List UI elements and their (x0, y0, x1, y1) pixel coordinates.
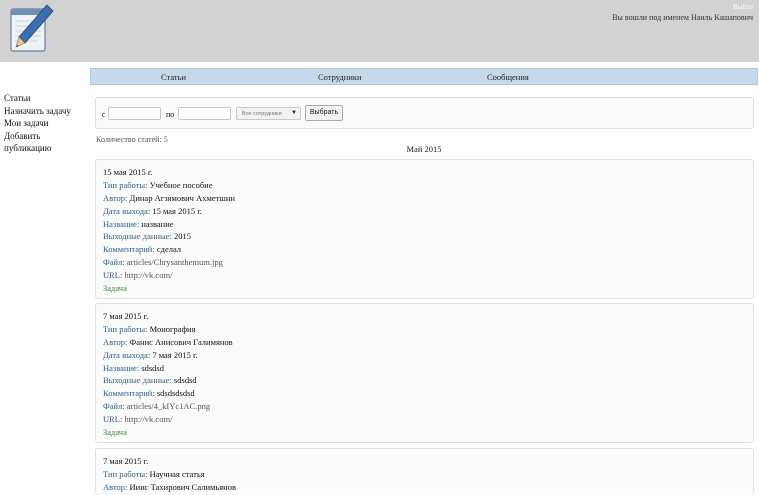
sidebar-item-my-tasks[interactable]: Мои задачи (4, 117, 88, 130)
author-label: Автор: (103, 336, 128, 347)
article-comment: сделал (156, 244, 182, 255)
article-output: 2015 (173, 231, 191, 242)
article-type: Учебное пособие (149, 179, 213, 190)
filter-panel: с по Все сотрудники ▼ Выбрать (95, 97, 754, 129)
select-button[interactable]: Выбрать (305, 105, 343, 121)
author-label: Автор: (103, 481, 128, 492)
sidebar: Статьи Назначить задачу Мои задачи Добав… (4, 92, 88, 155)
release-date-label: Дата выхода: (103, 205, 151, 216)
article-date: 15 мая 2015 г. (103, 167, 153, 177)
article-release-date: 7 мая 2015 г. (152, 349, 198, 360)
title-label: Название: (103, 362, 140, 373)
main-nav: Статьи Сотрудники Сообщения (90, 68, 758, 85)
article-title: название (141, 218, 174, 229)
sidebar-item-add-publication[interactable]: Добавить (4, 130, 88, 143)
task-link[interactable]: Задача (103, 283, 127, 293)
article-file-link[interactable]: articles/4_kIYc1AC.png (127, 401, 210, 411)
article-type: Научная статья (149, 468, 205, 479)
article-author: Ииис Тахирович Салимьянов (129, 481, 236, 492)
article-file-link[interactable]: articles/Chrysanthemum.jpg (127, 257, 223, 267)
dropdown-arrow-icon: ▼ (291, 110, 297, 116)
date-from-input[interactable] (108, 107, 161, 120)
url-label: URL: (103, 414, 123, 425)
article-comment: sdsdsdsdsd (156, 388, 195, 399)
article-output: sdsdsd (173, 375, 197, 386)
tab-employees[interactable]: Сотрудники (318, 72, 362, 82)
article-author: Фанис Анисович Галимянов (129, 336, 233, 347)
type-label: Тип работы: (103, 179, 148, 190)
type-label: Тип работы: (103, 468, 148, 479)
sidebar-item-articles[interactable]: Статьи (4, 92, 88, 105)
header-bar: Выйти Вы вошли под именем Наиль Кашапови… (0, 0, 759, 62)
date-to-label: по (166, 110, 175, 119)
article-title: sdsdsd (141, 362, 164, 373)
employee-select-value: Все сотрудники (242, 111, 282, 117)
author-label: Автор: (103, 192, 128, 203)
sidebar-item-add-publication-line2[interactable]: публикацию (4, 142, 88, 155)
task-link[interactable]: Задача (103, 427, 127, 437)
output-label: Выходные данные: (103, 231, 172, 242)
article-card: 15 мая 2015 г. Тип работы: Учебное пособ… (95, 159, 754, 299)
tab-messages[interactable]: Сообщения (487, 72, 529, 82)
release-date-label: Дата выхода: (103, 349, 151, 360)
type-label: Тип работы: (103, 323, 148, 334)
comment-label: Комментарий: (103, 388, 155, 399)
articles-count: Количество статей: 5 (96, 135, 168, 144)
title-label: Название: (103, 218, 140, 229)
article-type: Монография (149, 323, 196, 334)
file-label: Файл: (103, 401, 125, 412)
article-date: 7 мая 2015 г. (103, 456, 149, 466)
notepad-pencil-logo-icon (10, 4, 54, 52)
employee-select[interactable]: Все сотрудники ▼ (236, 107, 301, 120)
comment-label: Комментарий: (103, 244, 155, 255)
url-label: URL: (103, 270, 123, 281)
sidebar-item-assign-task[interactable]: Назначить задачу (4, 105, 88, 118)
file-label: Файл: (103, 257, 125, 268)
article-card: 7 мая 2015 г. Тип работы: Научная статья… (95, 448, 754, 495)
tab-articles[interactable]: Статьи (161, 72, 186, 82)
article-url-link[interactable]: http://vk.com/ (125, 414, 173, 424)
article-date: 7 мая 2015 г. (103, 311, 149, 321)
article-author: Динар Агзямович Ахметшин (129, 192, 235, 203)
article-url-link[interactable]: http://vk.com/ (125, 270, 173, 280)
logged-in-user-text: Вы вошли под именем Наиль Кашапович (612, 13, 753, 22)
article-release-date: 15 мая 2015 г. (152, 205, 202, 216)
logout-link[interactable]: Выйти (733, 3, 753, 11)
month-heading: Май 2015 (406, 144, 442, 154)
date-to-input[interactable] (178, 107, 231, 120)
output-label: Выходные данные: (103, 375, 172, 386)
article-card: 7 мая 2015 г. Тип работы: Монография Авт… (95, 303, 754, 443)
date-from-label: с (102, 110, 106, 119)
